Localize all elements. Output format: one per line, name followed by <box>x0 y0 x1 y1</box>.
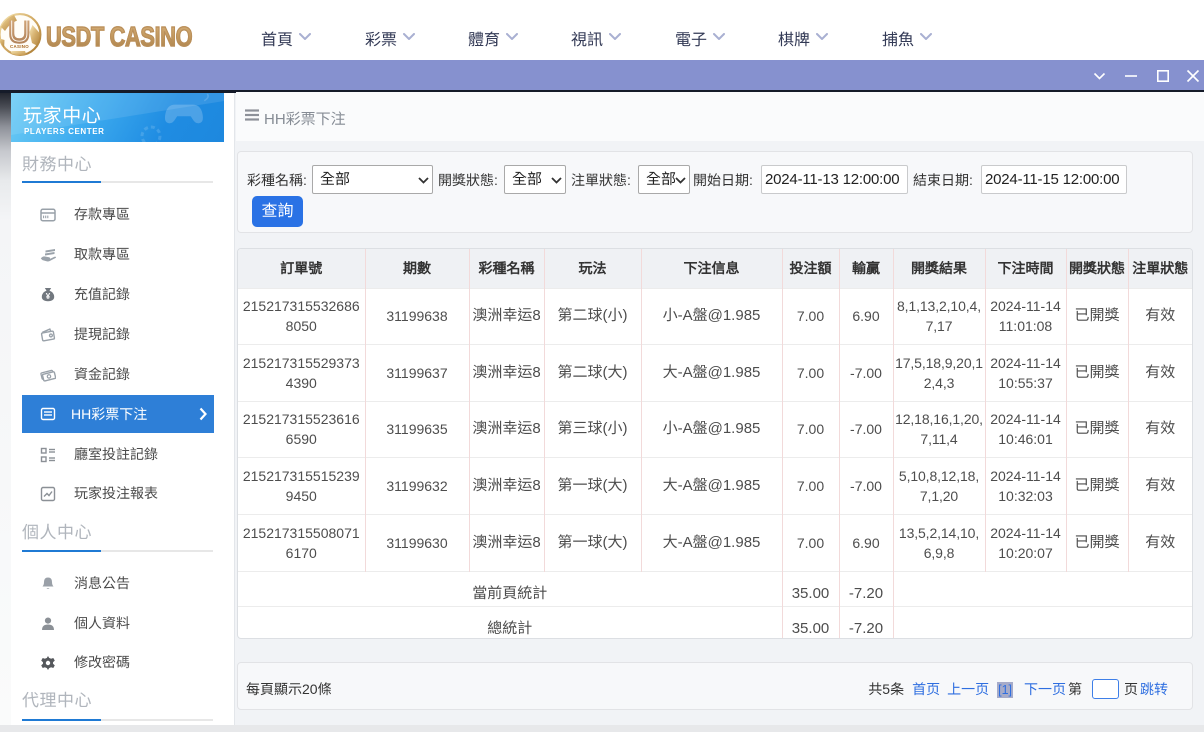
svg-text:CASINO: CASINO <box>10 44 29 49</box>
svg-text:¥: ¥ <box>46 292 51 301</box>
